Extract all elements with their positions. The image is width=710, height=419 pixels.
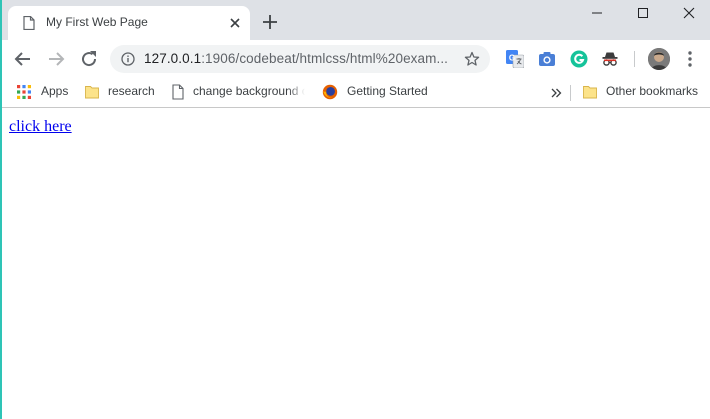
apps-grid-icon — [17, 85, 31, 99]
bookmark-label: change background c — [193, 84, 305, 98]
folder-icon — [583, 86, 597, 99]
close-icon — [683, 7, 695, 19]
browser-window: My First Web Page 127.0.0.1:1906/codebea… — [0, 0, 710, 419]
avatar[interactable] — [648, 48, 670, 70]
page-icon — [172, 84, 184, 100]
minimize-button[interactable] — [574, 0, 620, 28]
tab-title: My First Web Page — [46, 15, 148, 29]
bookmarks-divider — [570, 85, 571, 101]
bookmark-label: Getting Started — [347, 84, 428, 98]
url-path: :1906/codebeat/htmlcss/html%20exam... — [201, 51, 449, 66]
tab-strip: My First Web Page — [2, 0, 710, 40]
forward-icon[interactable] — [44, 47, 68, 71]
toolbar-divider — [634, 51, 635, 67]
profile-photo-icon — [648, 48, 670, 70]
maximize-icon — [638, 8, 648, 18]
url-host: 127.0.0.1 — [144, 51, 202, 66]
bookmark-apps[interactable]: Apps — [16, 83, 76, 101]
bookmarks-bar: Apps research change background c Gettin… — [2, 78, 710, 108]
minimize-icon — [592, 12, 602, 14]
page-icon — [23, 16, 35, 30]
info-icon[interactable] — [121, 52, 135, 66]
bookmark-getting-started[interactable]: Getting Started — [322, 83, 442, 101]
active-tab[interactable]: My First Web Page — [8, 6, 250, 40]
bookmark-other[interactable]: Other bookmarks — [582, 83, 702, 101]
close-tab-icon[interactable] — [228, 16, 242, 30]
svg-text:G: G — [509, 54, 515, 63]
translate-icon[interactable]: G — [506, 50, 524, 68]
bookmark-change-background[interactable]: change background c — [170, 83, 310, 101]
grammarly-icon[interactable] — [570, 50, 588, 68]
address-bar[interactable]: 127.0.0.1:1906/codebeat/htmlcss/html%20e… — [110, 45, 490, 73]
bookmark-label: Other bookmarks — [606, 84, 699, 98]
bookmark-label: research — [108, 84, 155, 98]
close-window-button[interactable] — [666, 0, 710, 28]
firefox-icon — [322, 84, 338, 100]
page-content: click here — [2, 108, 710, 419]
click-here-link[interactable]: click here — [9, 118, 72, 136]
bookmark-research[interactable]: research — [84, 83, 158, 101]
incognito-icon[interactable] — [601, 50, 619, 68]
bookmark-star-icon[interactable] — [464, 51, 480, 67]
double-chevron-right-icon[interactable] — [550, 87, 562, 99]
camera-icon[interactable] — [538, 50, 556, 68]
back-icon[interactable] — [11, 47, 35, 71]
toolbar: 127.0.0.1:1906/codebeat/htmlcss/html%20e… — [2, 40, 710, 78]
url-text[interactable]: 127.0.0.1:1906/codebeat/htmlcss/html%20e… — [144, 51, 448, 66]
folder-icon — [85, 86, 99, 99]
more-menu-icon[interactable] — [684, 50, 696, 68]
maximize-button[interactable] — [620, 0, 666, 28]
new-tab-icon[interactable] — [262, 14, 278, 30]
bookmark-label: Apps — [41, 84, 69, 98]
reload-icon[interactable] — [77, 47, 101, 71]
